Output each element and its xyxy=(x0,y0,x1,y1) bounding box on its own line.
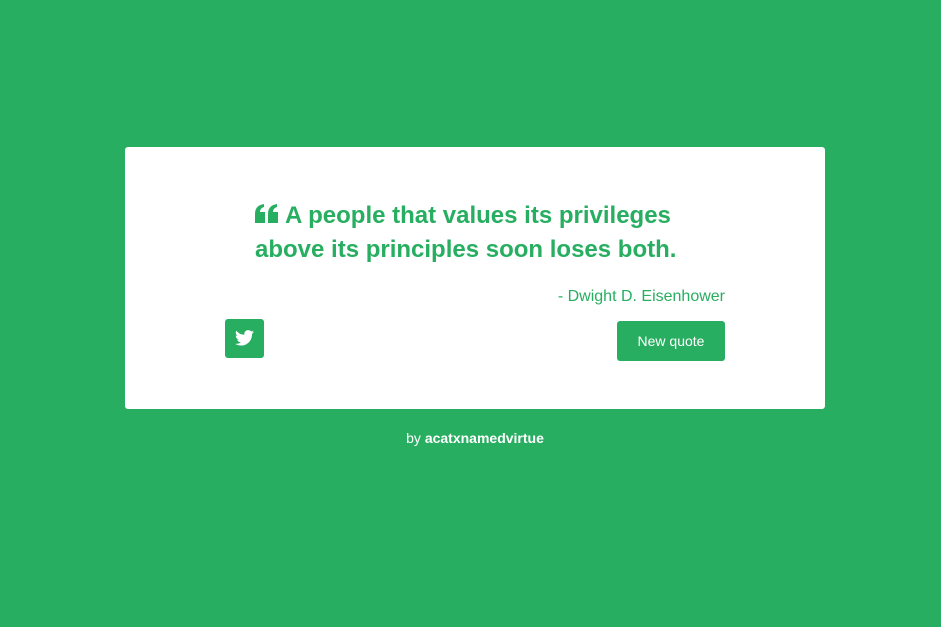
quote-author: - Dwight D. Eisenhower xyxy=(557,288,725,305)
footer-credit: by acatxnamedvirtue xyxy=(0,430,941,446)
footer-prefix: by xyxy=(406,430,425,446)
tweet-button[interactable] xyxy=(225,319,264,358)
new-quote-button[interactable]: New quote xyxy=(617,321,725,361)
quote-left-icon xyxy=(255,204,281,224)
quote-card: A people that values its privileges abov… xyxy=(125,147,825,409)
twitter-icon xyxy=(235,330,254,346)
quote-text: A people that values its privileges abov… xyxy=(255,199,705,267)
quote-body: A people that values its privileges abov… xyxy=(255,202,677,263)
author-link[interactable]: acatxnamedvirtue xyxy=(425,430,544,446)
